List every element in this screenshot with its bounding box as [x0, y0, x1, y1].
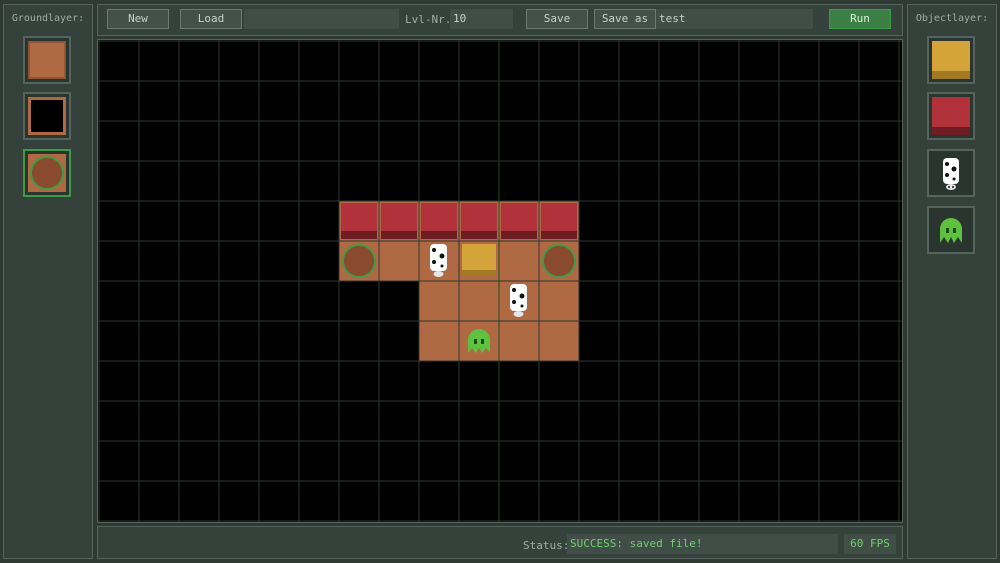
yellow-crate-icon	[932, 41, 970, 79]
save-button[interactable]: Save	[526, 9, 588, 29]
cow-spot	[519, 293, 525, 299]
status-label: Status:	[523, 539, 570, 552]
floor-tile	[498, 320, 540, 362]
level-number-field[interactable]: 10	[450, 9, 513, 29]
floor-tile	[418, 320, 460, 362]
run-button[interactable]: Run	[829, 9, 891, 29]
cow-spot	[512, 300, 516, 304]
cow-spot	[432, 248, 436, 252]
cow-button[interactable]	[927, 149, 975, 197]
cow-body	[430, 244, 447, 271]
cow-head	[433, 271, 444, 277]
alien-eye	[481, 339, 484, 344]
floor-tile	[498, 240, 540, 282]
filename-field[interactable]: test	[656, 9, 813, 29]
floor-tile	[458, 280, 500, 322]
status-bar: Status: SUCCESS: saved file! 60 FPS	[97, 526, 903, 559]
red-wall-shadow	[461, 231, 497, 239]
floor-tile-icon	[28, 41, 66, 79]
level-editor-board[interactable]	[97, 39, 903, 523]
floor-tile-button[interactable]	[23, 36, 71, 84]
save-as-button[interactable]: Save as	[594, 9, 656, 29]
groundlayer-title: Groundlayer:	[11, 13, 85, 24]
cow-head	[513, 311, 524, 317]
target-marker	[342, 244, 376, 278]
yellow-crate-shadow	[462, 270, 496, 276]
floor-tile	[538, 280, 580, 322]
toolbar: New Load Lvl-Nr.: 10 Save Save as test R…	[97, 4, 903, 36]
pit-tile-button[interactable]	[23, 92, 71, 140]
new-button[interactable]: New	[107, 9, 169, 29]
floor-tile	[538, 320, 580, 362]
load-path-field[interactable]	[244, 9, 399, 29]
cow-spot	[520, 304, 524, 308]
red-wall-button[interactable]	[927, 92, 975, 140]
yellow-crate-button[interactable]	[927, 36, 975, 84]
target-tile-icon	[28, 154, 66, 192]
status-message: SUCCESS: saved file!	[567, 534, 838, 554]
target-tile-button[interactable]	[23, 149, 71, 197]
alien-eye	[474, 339, 477, 344]
green-alien-button[interactable]	[927, 206, 975, 254]
red-wall-shadow	[501, 231, 537, 239]
red-wall-shadow	[341, 231, 377, 239]
red-wall-icon	[932, 97, 970, 135]
board-grid	[98, 40, 902, 522]
cow-body	[510, 284, 527, 311]
load-button[interactable]: Load	[180, 9, 242, 29]
objectlayer-panel: Objectlayer:	[907, 4, 997, 559]
floor-tile	[418, 280, 460, 322]
cow-icon	[943, 158, 959, 190]
red-wall-shadow	[541, 231, 577, 239]
pit-tile-icon	[31, 100, 63, 132]
red-wall-shadow	[381, 231, 417, 239]
objectlayer-title: Objectlayer:	[915, 13, 989, 24]
cow-spot	[440, 264, 444, 268]
groundlayer-panel: Groundlayer:	[3, 4, 93, 559]
target-marker	[542, 244, 576, 278]
floor-tile	[378, 240, 420, 282]
fps-counter: 60 FPS	[844, 534, 896, 554]
cow-spot	[439, 253, 445, 259]
green-alien-icon	[940, 218, 962, 243]
cow-spot	[432, 260, 436, 264]
cow-spot	[512, 288, 516, 292]
red-wall-shadow	[421, 231, 457, 239]
